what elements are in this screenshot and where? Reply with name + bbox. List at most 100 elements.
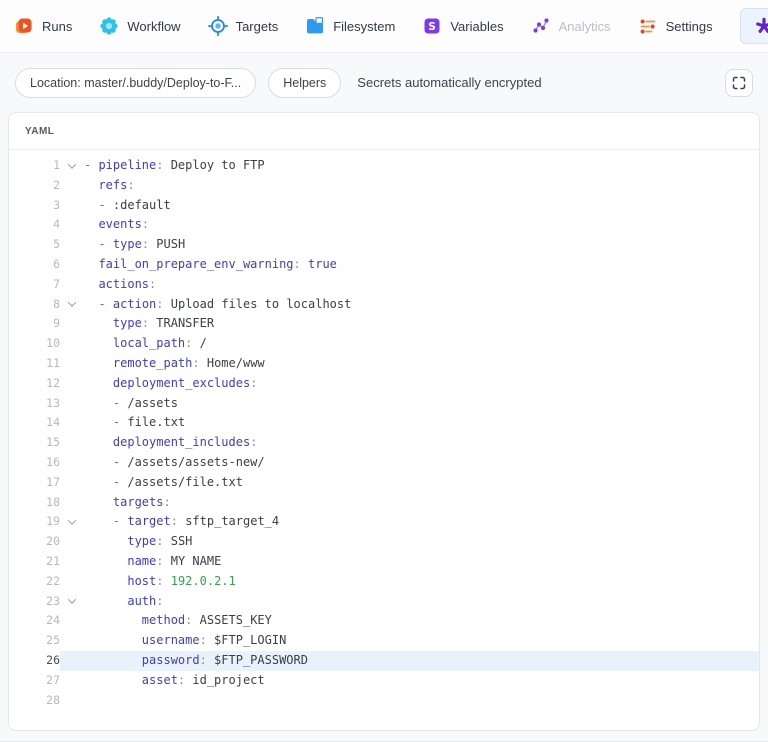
code-line[interactable]: 21 name: MY NAME [9, 552, 759, 572]
fold-chevron-icon[interactable] [60, 295, 84, 315]
code-text: - file.txt [112, 415, 186, 430]
line-number: 19 [46, 514, 60, 529]
code-line[interactable]: 5 - type: PUSH [9, 235, 759, 255]
code-text: actions: [98, 276, 157, 291]
nav-label: Settings [665, 18, 713, 34]
line-number: 23 [46, 593, 60, 608]
code-line[interactable]: 2 refs: [9, 176, 759, 196]
code-line[interactable]: 1 - pipeline: Deploy to FTP [9, 156, 759, 176]
code-line[interactable]: 8 - action: Upload files to localhost [9, 295, 759, 315]
code-text: - target: sftp_target_4 [112, 514, 280, 529]
line-number: 9 [53, 316, 60, 331]
code-text: deployment_excludes: [112, 375, 258, 390]
code-text: - type: PUSH [98, 237, 186, 252]
nav-item-variables[interactable]: S Variables [422, 16, 504, 36]
line-number: 15 [46, 435, 60, 450]
variables-icon: S [422, 16, 442, 36]
yaml-editor-panel: YAML 1- pipeline: Deploy to FTP 2 refs: 3 … [8, 112, 760, 731]
code-line[interactable]: 16 - /assets/assets-new/ [9, 453, 759, 473]
code-text: type: SSH [127, 534, 193, 549]
code-editor[interactable]: 1- pipeline: Deploy to FTP 2 refs: 3 - :de… [9, 150, 759, 710]
line-number: 6 [53, 256, 60, 271]
analytics-icon [531, 16, 551, 36]
fullscreen-button[interactable] [725, 68, 753, 97]
nav-label: Runs [42, 18, 73, 34]
nav-item-settings[interactable]: Settings [638, 16, 713, 36]
nav-label: Analytics [558, 18, 611, 34]
code-line[interactable]: 3 - :default [9, 196, 759, 216]
fold-chevron-icon[interactable] [60, 512, 84, 532]
code-line[interactable]: 17 - /assets/file.txt [9, 473, 759, 493]
settings-icon [638, 16, 658, 36]
code-line[interactable]: 19 - target: sftp_target_4 [9, 512, 759, 532]
line-number: 25 [46, 633, 60, 648]
line-number: 22 [46, 573, 60, 588]
nav-item-workflow[interactable]: Workflow [99, 16, 181, 36]
fold-chevron-icon[interactable] [60, 156, 84, 176]
line-number: 27 [46, 672, 60, 687]
code-line[interactable]: 10 local_path: / [9, 334, 759, 354]
line-number: 17 [46, 474, 60, 489]
editor-toolbar: Location: master/.buddy/Deploy-to-F... H… [0, 53, 768, 112]
code-line[interactable]: 28 [9, 691, 759, 711]
line-number: 20 [46, 534, 60, 549]
line-number: 21 [46, 553, 60, 568]
code-line[interactable]: 22 host: 192.0.2.1 [9, 572, 759, 592]
code-text: deployment_includes: [112, 435, 258, 450]
code-text: username: $FTP_LOGIN [141, 633, 287, 648]
nav-item-analytics[interactable]: Analytics [531, 16, 611, 36]
nav-label: Targets [235, 18, 279, 34]
fold-chevron-icon[interactable] [60, 592, 84, 612]
nav-item-yaml[interactable]: YAML [739, 8, 768, 44]
location-button[interactable]: Location: master/.buddy/Deploy-to-F... [15, 67, 257, 98]
code-line[interactable]: 23 auth: [9, 592, 759, 612]
code-line[interactable]: 9 type: TRANSFER [9, 314, 759, 334]
line-number: 10 [46, 336, 60, 351]
code-line[interactable]: 20 type: SSH [9, 532, 759, 552]
line-number: 3 [53, 197, 60, 212]
code-line[interactable]: 6 fail_on_prepare_env_warning: true [9, 255, 759, 275]
code-text: host: 192.0.2.1 [127, 573, 236, 588]
nav-item-runs[interactable]: Runs [14, 16, 72, 36]
line-number: 7 [53, 276, 60, 291]
code-line[interactable]: 26 password: $FTP_PASSWORD [9, 650, 759, 671]
code-text: remote_path: Home/www [112, 355, 265, 370]
code-line[interactable]: 14 - file.txt [9, 413, 759, 433]
code-line[interactable]: 11 remote_path: Home/www [9, 354, 759, 374]
code-line[interactable]: 25 username: $FTP_LOGIN [9, 631, 759, 651]
code-line[interactable]: 27 asset: id_project [9, 671, 759, 691]
code-line[interactable]: 13 - /assets [9, 394, 759, 414]
code-line[interactable]: 18 targets: [9, 493, 759, 513]
code-line[interactable]: 24 method: ASSETS_KEY [9, 611, 759, 631]
code-text: local_path: / [112, 336, 207, 351]
code-text: - /assets/file.txt [112, 474, 243, 489]
code-text: fail_on_prepare_env_warning: true [98, 256, 337, 271]
line-number: 14 [46, 415, 60, 430]
nav-label: Filesystem [333, 18, 396, 34]
nav-item-targets[interactable]: Targets [207, 16, 279, 36]
code-line[interactable]: 4 events: [9, 215, 759, 235]
code-text: name: MY NAME [127, 553, 222, 568]
helpers-button[interactable]: Helpers [268, 67, 342, 98]
code-line[interactable]: 15 deployment_includes: [9, 433, 759, 453]
line-number: 8 [53, 296, 60, 311]
code-text: asset: id_project [141, 672, 265, 687]
code-line[interactable]: 12 deployment_excludes: [9, 374, 759, 394]
code-line[interactable]: 7 actions: [9, 275, 759, 295]
nav-item-filesystem[interactable]: Filesystem [305, 16, 395, 36]
